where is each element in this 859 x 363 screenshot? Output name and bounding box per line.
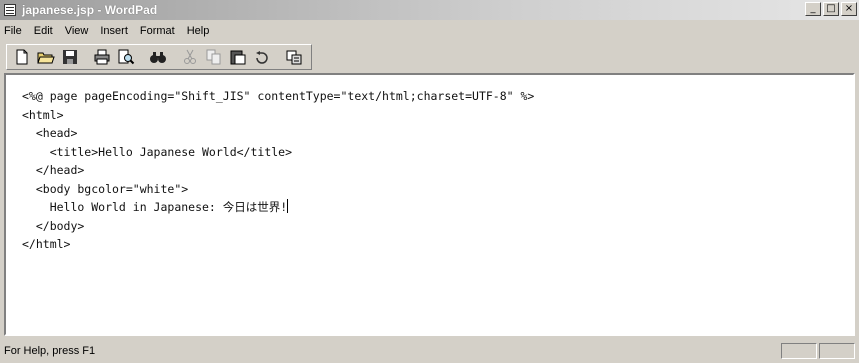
menu-edit[interactable]: Edit <box>34 25 53 37</box>
copy-icon <box>206 49 221 65</box>
print-button[interactable] <box>91 47 113 67</box>
status-panes <box>781 343 855 359</box>
text-caret <box>287 199 289 213</box>
code-line: </body> <box>22 218 85 233</box>
insert-datetime-icon <box>286 50 302 65</box>
window-controls: _ □ × <box>805 2 857 16</box>
toolbar <box>6 44 312 70</box>
cut-icon <box>184 49 196 64</box>
window-title: japanese.jsp - WordPad <box>22 3 158 17</box>
menu-insert[interactable]: Insert <box>100 25 128 37</box>
paste-button[interactable] <box>227 47 249 67</box>
open-button[interactable] <box>35 47 57 67</box>
wordpad-document-icon[interactable] <box>4 4 16 16</box>
code-line: <%@ page pageEncoding="Shift_JIS" conten… <box>22 89 535 103</box>
print-icon <box>94 49 110 65</box>
status-pane <box>819 343 855 359</box>
code-line: <body bgcolor="white"> <box>22 181 189 196</box>
undo-icon <box>256 51 268 64</box>
save-button[interactable] <box>59 47 81 67</box>
status-bar: For Help, press F1 <box>0 339 859 363</box>
menu-view[interactable]: View <box>65 25 89 37</box>
find-icon <box>150 52 166 63</box>
code-line: Hello World in Japanese: 今日は世界! <box>22 200 288 214</box>
new-button[interactable] <box>11 47 33 67</box>
menu-format[interactable]: Format <box>140 25 175 37</box>
save-icon <box>63 50 77 64</box>
document-text: <%@ page pageEncoding="Shift_JIS" conten… <box>22 87 534 254</box>
new-icon <box>16 49 28 65</box>
open-icon <box>37 52 55 64</box>
insert-datetime-button[interactable] <box>283 47 305 67</box>
wordpad-window: japanese.jsp - WordPad _ □ × File Edit V… <box>0 0 859 363</box>
print-preview-button[interactable] <box>115 47 137 67</box>
status-pane <box>781 343 817 359</box>
title-bar[interactable]: japanese.jsp - WordPad _ □ × <box>0 0 859 20</box>
document-editor[interactable]: <%@ page pageEncoding="Shift_JIS" conten… <box>4 73 855 336</box>
maximize-button[interactable]: □ <box>823 2 839 16</box>
minimize-button[interactable]: _ <box>805 2 821 16</box>
code-line: <title>Hello Japanese World</title> <box>22 144 293 159</box>
code-line: <head> <box>22 126 78 140</box>
status-text: For Help, press F1 <box>4 345 96 357</box>
menu-help[interactable]: Help <box>187 25 210 37</box>
copy-button[interactable] <box>203 47 225 67</box>
paste-icon <box>230 50 246 65</box>
code-line: </head> <box>22 163 85 177</box>
cut-button[interactable] <box>179 47 201 67</box>
code-line: <html> <box>22 107 64 122</box>
code-line: </html> <box>22 237 71 251</box>
find-button[interactable] <box>147 47 169 67</box>
menu-file[interactable]: File <box>4 25 22 37</box>
close-button[interactable]: × <box>841 2 857 16</box>
menu-bar: File Edit View Insert Format Help <box>0 20 859 42</box>
print-preview-icon <box>118 49 135 65</box>
undo-button[interactable] <box>251 47 273 67</box>
